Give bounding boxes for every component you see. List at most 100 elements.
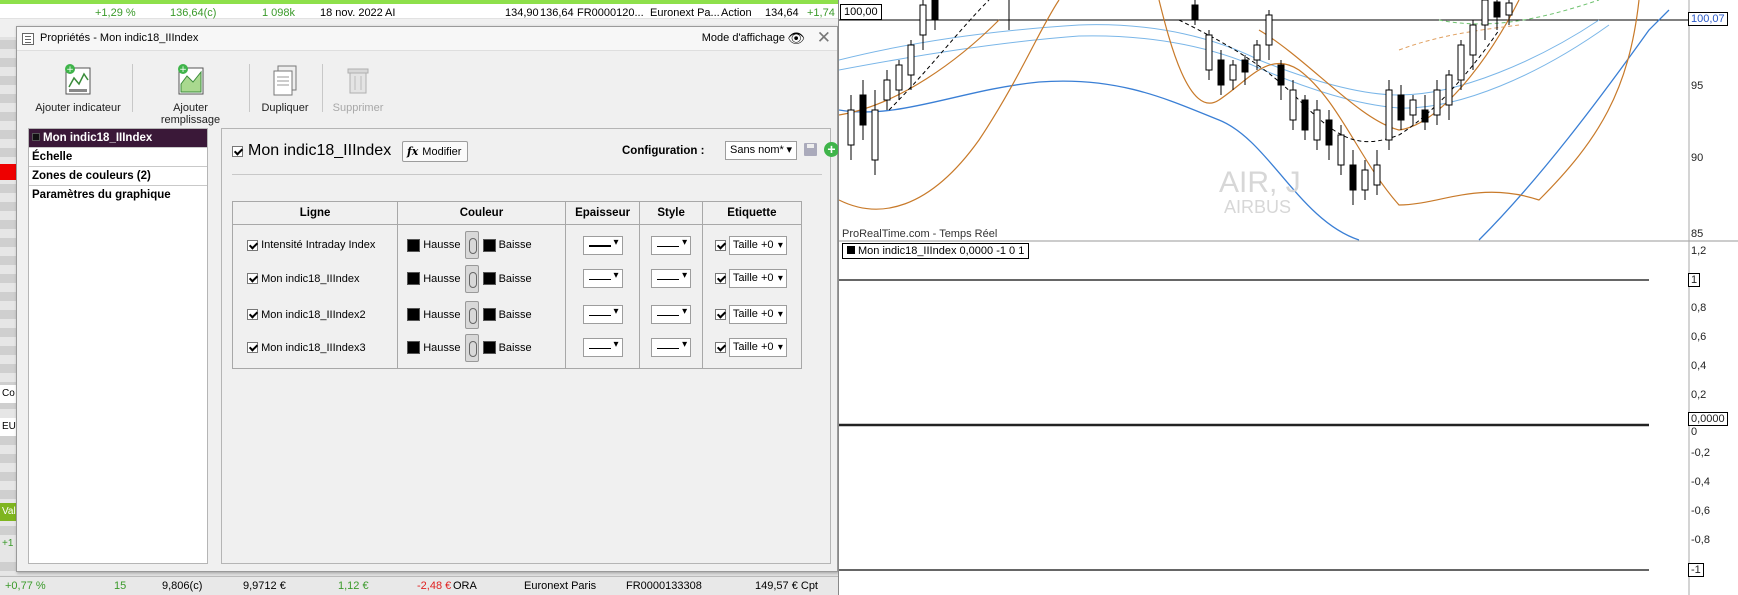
close-icon[interactable]: ✕ (817, 29, 831, 47)
line-name: Mon indic18_IIIndex3 (261, 341, 366, 354)
left-cell: Co (0, 385, 17, 403)
y-tick: -1 (1688, 563, 1704, 577)
link-icon[interactable] (464, 264, 479, 293)
line-cell: Mon indic18_IIIndex2 (231, 296, 399, 333)
negative-cell (0, 164, 17, 180)
table-row: Mon indic18_IIIndex Hausse Baisse ▾ ▾ Ta… (231, 260, 803, 297)
up-color-swatch[interactable] (407, 308, 421, 321)
label-size-dropdown[interactable]: Taille +0 ▾ (728, 338, 787, 358)
up-label: Hausse (423, 341, 461, 354)
toolbar-separator (249, 64, 250, 112)
column-header-line: Ligne (231, 201, 399, 225)
up-color-swatch[interactable] (407, 341, 421, 355)
indicator-legend[interactable]: Mon indic18_IIIndex 0,0000 -1 0 1 (842, 243, 1030, 259)
lines-table: Ligne Couleur Epaisseur Style Etiquette … (231, 201, 803, 369)
sidebar-item-scale[interactable]: Échelle (29, 148, 207, 167)
label-checkbox[interactable] (714, 273, 726, 284)
thickness-cell: ▾ (564, 260, 641, 297)
fx-icon: fx (407, 145, 419, 158)
add-config-icon[interactable]: + (824, 142, 839, 157)
label-size-value: Taille +0 (732, 272, 774, 284)
line-visible-checkbox[interactable] (247, 309, 258, 321)
cell-date: 18 nov. 2022 (320, 7, 383, 19)
style-dropdown[interactable]: ▾ (651, 305, 692, 324)
up-color-swatch[interactable] (407, 272, 421, 285)
label-checkbox[interactable] (714, 239, 726, 251)
line-visible-checkbox[interactable] (247, 273, 258, 285)
add-fill-button[interactable]: + Ajouter remplissage (143, 62, 238, 126)
column-header-color: Couleur (397, 201, 566, 225)
style-dropdown[interactable]: ▾ (651, 269, 692, 288)
down-color-swatch[interactable] (482, 341, 496, 355)
column-header-thickness: Epaisseur (564, 201, 641, 225)
label-size-dropdown[interactable]: Taille +0 ▾ (728, 305, 787, 324)
y-tick: 0,6 (1691, 331, 1707, 343)
style-dropdown[interactable]: ▾ (651, 338, 692, 358)
sidebar-item-chart-params[interactable]: Paramètres du graphique (29, 186, 207, 205)
thickness-dropdown[interactable]: ▾ (582, 338, 623, 358)
down-label: Baisse (498, 272, 532, 285)
down-color-swatch[interactable] (482, 308, 496, 321)
label-size-value: Taille +0 (732, 238, 774, 251)
price-chart[interactable]: 100,00 AIR, J AIRBUS ProRealTime.com - T… (838, 0, 1738, 595)
line-visible-checkbox[interactable] (247, 239, 258, 251)
divider (232, 174, 822, 175)
cell-pct: +0,77 % (5, 580, 46, 592)
sidebar-item-indicator[interactable]: Mon indic18_IIIndex (29, 129, 207, 148)
duplicate-label: Dupliquer (261, 102, 309, 114)
config-select[interactable]: Sans nom* (725, 141, 797, 160)
save-icon[interactable] (804, 143, 817, 156)
thickness-dropdown[interactable]: ▾ (582, 235, 623, 255)
up-color-swatch[interactable] (407, 238, 421, 252)
candles (847, 0, 1513, 205)
y-tick-current: 0,0000 (1688, 412, 1728, 426)
thickness-dropdown[interactable]: ▾ (582, 305, 623, 324)
cell-cap: 149,57 € Cpt (755, 580, 818, 592)
label-cell: Taille +0 ▾ (701, 332, 803, 369)
svg-text:+: + (179, 65, 187, 75)
y-tick: -0,4 (1691, 476, 1710, 488)
style-dropdown[interactable]: ▾ (651, 235, 692, 255)
indicator-name: Mon indic18_IIIndex (248, 142, 392, 159)
cell-pct: +1,29 % (95, 7, 136, 19)
y-tick: 1,2 (1691, 245, 1707, 257)
label-size-dropdown[interactable]: Taille +0 ▾ (728, 235, 787, 255)
link-icon[interactable] (464, 231, 479, 260)
data-source-label: ProRealTime.com - Temps Réel (842, 228, 998, 240)
table-row[interactable]: +1,29 % 136,64(c) 1 098k 18 nov. 2022 AI… (0, 0, 838, 19)
sidebar-item-color-zones[interactable]: Zones de couleurs (2) (29, 167, 207, 186)
thickness-cell: ▾ (564, 332, 641, 369)
y-tick: -0,8 (1691, 534, 1710, 546)
table-row: Mon indic18_IIIndex2 Hausse Baisse ▾ ▾ T… (231, 296, 803, 333)
link-icon[interactable] (464, 333, 479, 362)
table-row: Mon indic18_IIIndex3 Hausse Baisse ▾ ▾ T… (231, 332, 803, 369)
down-color-swatch[interactable] (482, 272, 496, 285)
cell-avg: 9,9712 € (243, 580, 286, 592)
style-cell: ▾ (639, 224, 703, 261)
add-fill-label: Ajouter remplissage (160, 102, 221, 126)
label-checkbox[interactable] (714, 342, 726, 354)
line-name: Intensité Intraday Index (261, 239, 376, 252)
modify-button[interactable]: fx Modifier (402, 141, 469, 162)
dialog-titlebar[interactable]: Propriétés - Mon indic18_IIIndex Mode d'… (17, 27, 837, 51)
label-size-dropdown[interactable]: Taille +0 ▾ (728, 269, 787, 288)
table-row[interactable]: +0,77 % 15 9,806(c) 9,9712 € 1,12 € -2,4… (0, 576, 838, 595)
cell-price: 136,64(c) (170, 7, 217, 19)
label-cell: Taille +0 ▾ (701, 260, 803, 297)
add-indicator-button[interactable]: + Ajouter indicateur (33, 62, 123, 114)
down-label: Baisse (498, 239, 532, 252)
toolbar-separator (132, 64, 133, 112)
delete-button[interactable]: Supprimer (330, 62, 386, 114)
cell-ticker: AI (385, 7, 396, 19)
label-checkbox[interactable] (714, 309, 726, 320)
line-visible-checkbox[interactable] (247, 342, 258, 354)
dialog-title: Propriétés - Mon indic18_IIIndex (40, 32, 199, 44)
eye-icon[interactable]: 👁 (787, 31, 805, 45)
sidebar-item-label: Mon indic18_IIIndex (43, 132, 153, 144)
thickness-dropdown[interactable]: ▾ (582, 269, 623, 288)
link-icon[interactable] (464, 300, 479, 329)
duplicate-button[interactable]: Dupliquer (257, 62, 313, 114)
down-color-swatch[interactable] (482, 238, 496, 252)
indicator-visible-checkbox[interactable] (232, 146, 243, 157)
display-mode-label[interactable]: Mode d'affichage (702, 32, 785, 44)
